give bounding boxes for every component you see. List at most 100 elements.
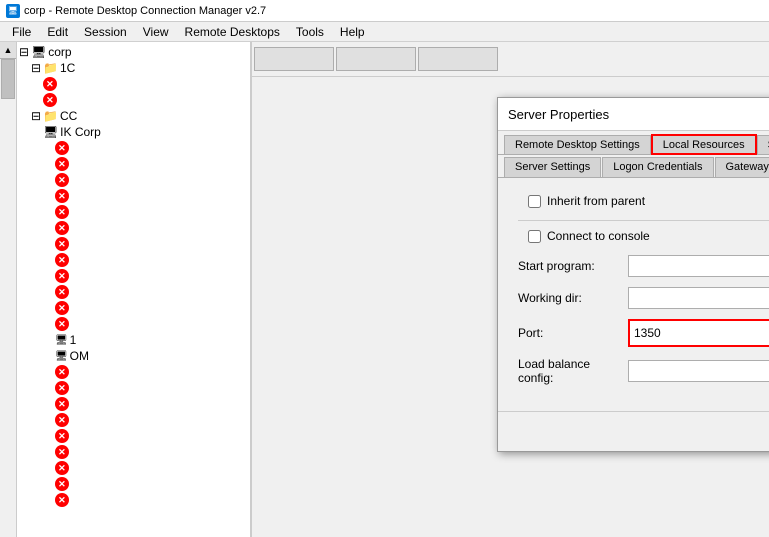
scrollbar[interactable]: ▲ — [0, 42, 17, 537]
dialog-tabs: Remote Desktop Settings Local Resources … — [498, 131, 769, 155]
list-item[interactable]: ✕ — [19, 172, 248, 188]
error-icon: ✕ — [55, 285, 69, 299]
menu-bar: File Edit Session View Remote Desktops T… — [0, 22, 769, 42]
connect-to-console-row: Connect to console — [528, 229, 769, 243]
list-item[interactable]: ✕ — [19, 252, 248, 268]
tab-logon-credentials[interactable]: Logon Credentials — [602, 157, 713, 177]
error-icon: ✕ — [43, 77, 57, 91]
list-item[interactable]: ✕ — [19, 316, 248, 332]
title-bar: 🖥 corp - Remote Desktop Connection Manag… — [0, 0, 769, 22]
toolbar-btn-3[interactable] — [418, 47, 498, 71]
tree-container: ⊟ 🖥 corp ⊟ 📁 1C ✕ ✕ — [17, 42, 250, 510]
list-item[interactable]: ✕ — [19, 380, 248, 396]
error-icon: ✕ — [43, 93, 57, 107]
server-properties-dialog: Server Properties ✕ Remote Desktop Setti… — [497, 97, 769, 452]
list-item[interactable]: ✕ — [19, 284, 248, 300]
error-icon: ✕ — [55, 269, 69, 283]
list-item[interactable]: ✕ — [19, 268, 248, 284]
menu-remote-desktops[interactable]: Remote Desktops — [177, 23, 288, 41]
tab-security-settings[interactable]: Security Settings — [757, 135, 769, 154]
menu-session[interactable]: Session — [76, 23, 135, 41]
error-icon: ✕ — [55, 461, 69, 475]
list-item[interactable]: ✕ — [19, 204, 248, 220]
error-icon: ✕ — [55, 189, 69, 203]
toolbar — [252, 42, 769, 77]
working-dir-label: Working dir: — [518, 291, 628, 305]
toolbar-btn-2[interactable] — [336, 47, 416, 71]
menu-file[interactable]: File — [4, 23, 39, 41]
error-icon: ✕ — [55, 157, 69, 171]
list-item[interactable]: ✕ — [19, 476, 248, 492]
dialog-title: Server Properties — [508, 107, 609, 122]
start-program-label: Start program: — [518, 259, 628, 273]
dialog-title-bar: Server Properties ✕ — [498, 98, 769, 131]
start-program-input[interactable] — [628, 255, 769, 277]
list-item[interactable]: ✕ — [19, 492, 248, 508]
dialog-footer: OK Cancel — [498, 411, 769, 451]
load-balance-row: Load balance config: — [518, 357, 769, 385]
window-title: corp - Remote Desktop Connection Manager… — [24, 5, 266, 17]
list-item[interactable]: ⊟ 📁 CC — [19, 108, 248, 124]
error-icon: ✕ — [55, 381, 69, 395]
start-program-row: Start program: — [518, 255, 769, 277]
menu-edit[interactable]: Edit — [39, 23, 76, 41]
error-icon: ✕ — [55, 365, 69, 379]
menu-help[interactable]: Help — [332, 23, 373, 41]
port-input[interactable] — [631, 322, 769, 344]
list-item[interactable]: ✕ — [19, 444, 248, 460]
list-item[interactable]: ✕ — [19, 156, 248, 172]
list-item[interactable]: ✕ — [19, 188, 248, 204]
toolbar-btn-1[interactable] — [254, 47, 334, 71]
list-item[interactable]: ⊟ 📁 1C — [19, 60, 248, 76]
right-area: Server Properties ✕ Remote Desktop Setti… — [252, 42, 769, 537]
error-icon: ✕ — [55, 221, 69, 235]
connect-to-console-checkbox[interactable] — [528, 230, 541, 243]
list-item[interactable]: ✕ — [19, 300, 248, 316]
tab-local-resources[interactable]: Local Resources — [652, 135, 756, 154]
dialog-content: Inherit from parent Connect to console S… — [498, 178, 769, 411]
error-icon: ✕ — [55, 493, 69, 507]
working-dir-row: Working dir: — [518, 287, 769, 309]
list-item[interactable]: ✕ — [19, 92, 248, 108]
inherit-from-parent-row: Inherit from parent — [528, 194, 769, 208]
load-balance-input[interactable] — [628, 360, 769, 382]
tab-gateway-settings[interactable]: Gateway Settings — [715, 157, 769, 177]
error-icon: ✕ — [55, 445, 69, 459]
error-icon: ✕ — [55, 317, 69, 331]
error-icon: ✕ — [55, 477, 69, 491]
error-icon: ✕ — [55, 397, 69, 411]
list-item[interactable]: 🖥 1 — [19, 332, 248, 348]
menu-view[interactable]: View — [135, 23, 177, 41]
error-icon: ✕ — [55, 205, 69, 219]
error-icon: ✕ — [55, 253, 69, 267]
error-icon: ✕ — [55, 301, 69, 315]
main-area: ▲ ⊟ 🖥 corp ⊟ 📁 1C ✕ — [0, 42, 769, 537]
menu-tools[interactable]: Tools — [288, 23, 332, 41]
tab-server-settings[interactable]: Server Settings — [504, 157, 601, 177]
list-item[interactable]: ✕ — [19, 364, 248, 380]
list-item[interactable]: ✕ — [19, 140, 248, 156]
list-item[interactable]: 🖥 OM — [19, 348, 248, 364]
error-icon: ✕ — [55, 173, 69, 187]
list-item[interactable]: 🖥 IK Corp — [19, 124, 248, 140]
load-balance-label: Load balance config: — [518, 357, 628, 385]
list-item[interactable]: ✕ — [19, 412, 248, 428]
error-icon: ✕ — [55, 237, 69, 251]
dialog-tabs-row2: Server Settings Logon Credentials Gatewa… — [498, 155, 769, 178]
list-item[interactable]: ✕ — [19, 396, 248, 412]
error-icon: ✕ — [55, 429, 69, 443]
list-item[interactable]: ✕ — [19, 220, 248, 236]
inherit-from-parent-label: Inherit from parent — [547, 194, 645, 208]
tree-panel: ⊟ 🖥 corp ⊟ 📁 1C ✕ ✕ — [17, 42, 251, 537]
app-icon: 🖥 — [6, 4, 20, 18]
working-dir-input[interactable] — [628, 287, 769, 309]
list-item[interactable]: ✕ — [19, 428, 248, 444]
error-icon: ✕ — [55, 413, 69, 427]
tree-root[interactable]: ⊟ 🖥 corp — [19, 44, 248, 60]
tab-remote-desktop-settings[interactable]: Remote Desktop Settings — [504, 135, 651, 154]
list-item[interactable]: ✕ — [19, 236, 248, 252]
list-item[interactable]: ✕ — [19, 76, 248, 92]
list-item[interactable]: ✕ — [19, 460, 248, 476]
inherit-from-parent-checkbox[interactable] — [528, 195, 541, 208]
error-icon: ✕ — [55, 141, 69, 155]
